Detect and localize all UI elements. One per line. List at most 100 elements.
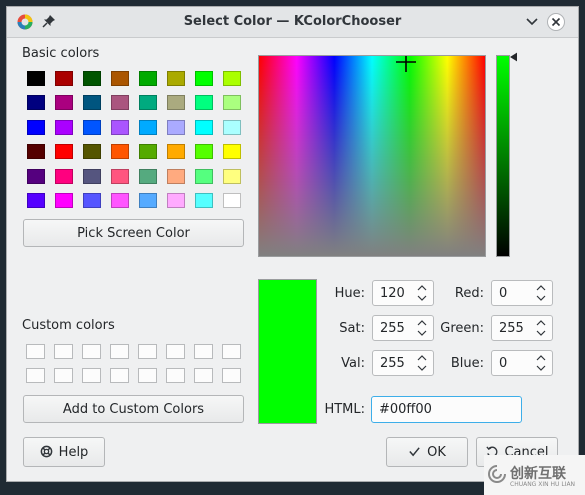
basic-color-swatch[interactable] [139, 169, 157, 184]
spin-arrows-icon[interactable] [417, 354, 427, 372]
basic-color-swatch[interactable] [111, 144, 129, 159]
basic-color-swatch[interactable] [223, 71, 241, 86]
custom-color-cell[interactable] [194, 368, 213, 383]
basic-color-swatch[interactable] [27, 120, 45, 135]
custom-color-cell[interactable] [222, 368, 241, 383]
basic-color-swatch[interactable] [111, 169, 129, 184]
val-spinbox[interactable]: 255 [372, 350, 434, 376]
basic-color-swatch[interactable] [55, 169, 73, 184]
basic-color-swatch[interactable] [55, 144, 73, 159]
red-label: Red: [454, 286, 484, 301]
basic-color-swatch[interactable] [27, 193, 45, 208]
custom-color-cell[interactable] [26, 344, 45, 359]
basic-color-swatch[interactable] [83, 144, 101, 159]
custom-color-cell[interactable] [54, 368, 73, 383]
hue-spinbox[interactable]: 120 [372, 280, 434, 306]
basic-color-swatch[interactable] [55, 71, 73, 86]
watermark-logo: 创新互联 CHUANG XIN HU LIAN [484, 455, 585, 495]
sat-spinbox[interactable]: 255 [372, 315, 434, 341]
spin-arrows-icon[interactable] [417, 319, 427, 337]
red-value: 0 [499, 286, 508, 301]
green-label: Green: [440, 321, 484, 336]
basic-color-swatch[interactable] [139, 71, 157, 86]
basic-color-swatch[interactable] [139, 193, 157, 208]
custom-color-cell[interactable] [110, 344, 129, 359]
custom-color-cell[interactable] [110, 368, 129, 383]
hue-label: Hue: [334, 286, 365, 301]
blue-label: Blue: [450, 356, 484, 371]
sat-label: Sat: [339, 321, 365, 336]
basic-color-swatch[interactable] [167, 95, 185, 110]
basic-color-swatch[interactable] [195, 193, 213, 208]
basic-color-swatch[interactable] [83, 71, 101, 86]
basic-color-swatch[interactable] [223, 193, 241, 208]
basic-color-swatch[interactable] [167, 144, 185, 159]
basic-color-swatch[interactable] [195, 95, 213, 110]
help-label: Help [58, 444, 89, 460]
custom-color-cell[interactable] [194, 344, 213, 359]
basic-color-swatch[interactable] [55, 193, 73, 208]
custom-color-cell[interactable] [138, 344, 157, 359]
red-spinbox[interactable]: 0 [491, 280, 553, 306]
close-button[interactable] [547, 13, 565, 31]
close-icon [551, 17, 561, 27]
custom-color-cell[interactable] [82, 344, 101, 359]
basic-color-swatch[interactable] [27, 71, 45, 86]
basic-color-swatch[interactable] [167, 169, 185, 184]
custom-color-cell[interactable] [166, 368, 185, 383]
basic-color-swatch[interactable] [83, 120, 101, 135]
basic-color-swatch[interactable] [111, 193, 129, 208]
green-spinbox[interactable]: 255 [491, 315, 553, 341]
html-hex-input[interactable]: #00ff00 [371, 396, 522, 423]
custom-color-cell[interactable] [222, 344, 241, 359]
spin-arrows-icon[interactable] [536, 354, 546, 372]
add-to-custom-colors-button[interactable]: Add to Custom Colors [23, 395, 244, 423]
blue-spinbox[interactable]: 0 [491, 350, 553, 376]
basic-color-swatch[interactable] [223, 144, 241, 159]
html-hex-value: #00ff00 [379, 402, 432, 417]
basic-color-swatch[interactable] [27, 95, 45, 110]
basic-color-swatch[interactable] [139, 144, 157, 159]
basic-color-swatch[interactable] [55, 120, 73, 135]
custom-color-cell[interactable] [82, 368, 101, 383]
custom-color-cell[interactable] [26, 368, 45, 383]
spin-arrows-icon[interactable] [536, 284, 546, 302]
custom-color-cell[interactable] [138, 368, 157, 383]
basic-color-swatch[interactable] [223, 95, 241, 110]
spin-arrows-icon[interactable] [417, 284, 427, 302]
basic-color-swatch[interactable] [195, 169, 213, 184]
help-button[interactable]: Help [23, 437, 105, 467]
basic-color-swatch[interactable] [139, 120, 157, 135]
basic-color-swatch[interactable] [111, 95, 129, 110]
color-dialog: Select Color — KColorChooser Basic color… [6, 6, 579, 482]
spin-arrows-icon[interactable] [536, 319, 546, 337]
basic-color-swatch[interactable] [167, 71, 185, 86]
basic-color-swatch[interactable] [83, 193, 101, 208]
basic-color-swatch[interactable] [27, 144, 45, 159]
basic-color-swatch[interactable] [83, 169, 101, 184]
basic-color-swatch[interactable] [139, 95, 157, 110]
minimize-chevron-icon[interactable] [525, 15, 539, 29]
blue-value: 0 [499, 356, 508, 371]
basic-color-swatch[interactable] [27, 169, 45, 184]
custom-color-cell[interactable] [166, 344, 185, 359]
sat-value: 255 [380, 321, 405, 336]
basic-color-swatch[interactable] [195, 144, 213, 159]
value-slider[interactable] [496, 55, 510, 257]
ok-button[interactable]: OK [386, 437, 468, 467]
basic-color-swatch[interactable] [223, 120, 241, 135]
basic-color-swatch[interactable] [55, 95, 73, 110]
basic-color-swatch[interactable] [111, 120, 129, 135]
basic-color-swatch[interactable] [223, 169, 241, 184]
custom-color-cell[interactable] [54, 344, 73, 359]
basic-color-swatch[interactable] [83, 95, 101, 110]
hue-saturation-picker[interactable] [258, 55, 486, 257]
pick-screen-color-button[interactable]: Pick Screen Color [23, 219, 244, 247]
basic-color-swatch[interactable] [167, 193, 185, 208]
basic-color-swatch[interactable] [111, 71, 129, 86]
basic-color-swatch[interactable] [195, 71, 213, 86]
basic-color-swatch[interactable] [195, 120, 213, 135]
basic-color-swatch[interactable] [167, 120, 185, 135]
value-slider-handle-icon[interactable] [510, 52, 517, 62]
val-value: 255 [380, 356, 405, 371]
